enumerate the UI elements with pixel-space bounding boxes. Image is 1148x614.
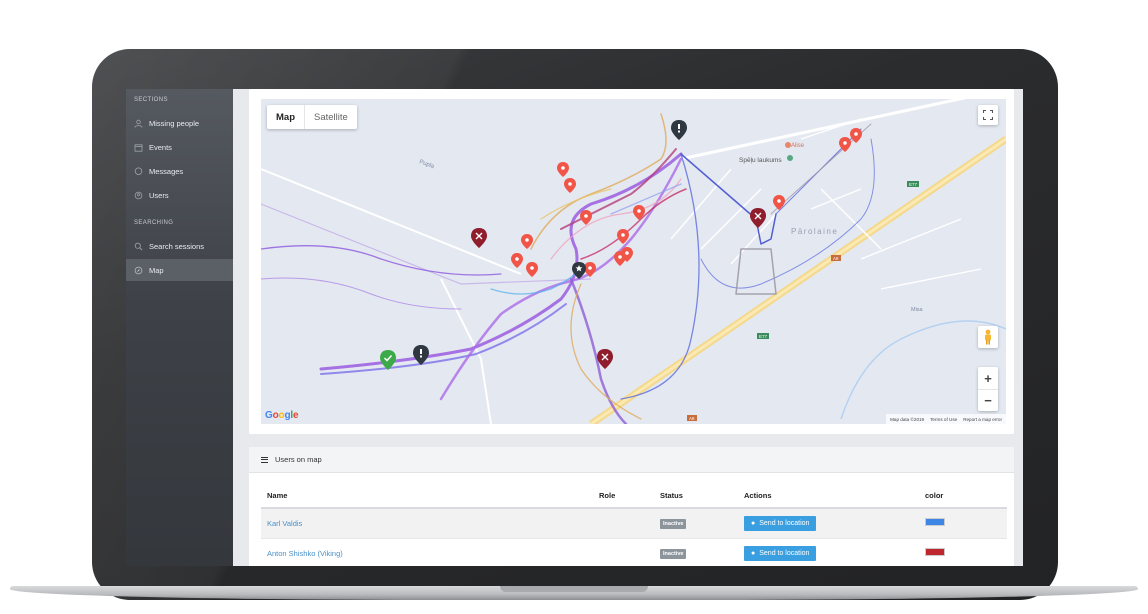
sidebar-item-label: Events <box>149 142 172 152</box>
search-icon <box>134 242 143 251</box>
laptop-base <box>0 580 1148 614</box>
fullscreen-button[interactable] <box>978 105 998 125</box>
column-header-status: Status <box>654 484 738 509</box>
svg-text:E77: E77 <box>759 334 768 339</box>
laptop-base-notch <box>500 586 648 592</box>
map-type-switch: Map Satellite <box>267 105 357 129</box>
svg-text:Misa: Misa <box>911 307 924 313</box>
column-header-actions: Actions <box>738 484 919 509</box>
google-logo: Google <box>265 410 299 421</box>
list-icon <box>261 456 268 463</box>
calendar-icon <box>134 143 143 152</box>
users-table: Name Role Status Actions color Karl Vald… <box>261 484 1007 566</box>
svg-text:Alise: Alise <box>791 143 805 149</box>
fullscreen-icon <box>983 110 993 120</box>
user-color-swatch[interactable] <box>925 518 945 527</box>
main-content: Pupla Spēļu laukums Alise Pārolaine Misa… <box>233 89 1023 566</box>
sidebar-item-label: Users <box>149 190 169 200</box>
send-to-location-label: Send to location <box>759 519 810 527</box>
terms-link[interactable]: Terms of Use <box>930 417 957 422</box>
sidebar-heading-sections: SECTIONS <box>134 97 168 103</box>
column-header-role: Role <box>593 484 654 509</box>
user-color-swatch[interactable] <box>925 548 945 556</box>
message-icon <box>134 166 143 176</box>
report-error-link[interactable]: Report a map error <box>963 417 1002 422</box>
zoom-out-button[interactable]: − <box>978 389 998 411</box>
panel-title: Users on map <box>275 455 322 464</box>
svg-text:A8: A8 <box>833 256 839 261</box>
sidebar-item-map[interactable]: Map <box>126 259 233 281</box>
sidebar-item-label: Messages <box>149 166 184 176</box>
app-screen: SECTIONS Missing people Events Messages … <box>126 89 1023 566</box>
user-name-link[interactable]: Anton Shishko (Viking) <box>267 549 343 558</box>
user-role <box>593 508 654 539</box>
user-icon <box>134 191 143 200</box>
map-type-satellite-button[interactable]: Satellite <box>304 105 357 129</box>
table-row: Anton Shishko (Viking) Inactive ● Send to… <box>261 538 1007 566</box>
map-card: Pupla Spēļu laukums Alise Pārolaine Misa… <box>249 89 1014 434</box>
table-header-row: Name Role Status Actions color <box>261 484 1007 509</box>
svg-text:E77: E77 <box>909 182 918 187</box>
zoom-controls: + − <box>978 367 998 411</box>
map-marker-icon: ● <box>751 519 756 527</box>
panel-header: Users on map <box>249 447 1014 473</box>
status-badge: Inactive <box>660 518 687 529</box>
send-to-location-button[interactable]: ● Send to location <box>744 545 817 561</box>
user-role <box>593 538 654 566</box>
column-header-name: Name <box>261 484 593 509</box>
people-icon <box>134 119 143 128</box>
sidebar-item-events[interactable]: Events <box>126 136 233 158</box>
sidebar-item-label: Missing people <box>149 118 200 128</box>
map-marker-icon: ● <box>751 549 756 557</box>
svg-text:Spēļu laukums: Spēļu laukums <box>739 157 782 164</box>
svg-text:A8: A8 <box>689 416 695 421</box>
sidebar-heading-searching: SEARCHING <box>134 220 174 226</box>
map-view[interactable]: Pupla Spēļu laukums Alise Pārolaine Misa… <box>261 99 1006 424</box>
compass-icon <box>134 266 143 275</box>
map-data-attribution: Map data ©2019 <box>890 416 925 422</box>
column-header-color: color <box>919 484 1007 509</box>
street-view-pegman[interactable] <box>978 326 998 348</box>
sidebar-item-missing-people[interactable]: Missing people <box>126 112 233 134</box>
svg-text:Pārolaine: Pārolaine <box>791 227 838 236</box>
map-canvas[interactable]: Pupla Spēļu laukums Alise Pārolaine Misa… <box>261 99 1006 424</box>
pegman-icon <box>985 329 991 345</box>
zoom-in-button[interactable]: + <box>978 367 998 389</box>
map-type-map-button[interactable]: Map <box>267 105 304 129</box>
send-to-location-label: Send to location <box>759 549 810 557</box>
sidebar-item-messages[interactable]: Messages <box>126 160 233 182</box>
sidebar-item-label: Map <box>149 265 164 275</box>
sidebar-item-label: Search sessions <box>149 241 205 251</box>
sidebar: SECTIONS Missing people Events Messages … <box>126 89 233 566</box>
sidebar-item-users[interactable]: Users <box>126 184 233 206</box>
sidebar-item-search-sessions[interactable]: Search sessions <box>126 235 233 257</box>
send-to-location-button[interactable]: ● Send to location <box>744 515 817 531</box>
map-attribution: Map data ©2019 Terms of Use Report a map… <box>886 414 1006 424</box>
status-badge: Inactive <box>660 548 687 559</box>
user-name-link[interactable]: Karl Valdis <box>267 519 302 528</box>
table-row: Karl Valdis Inactive ● Send to location <box>261 508 1007 539</box>
users-on-map-panel: Users on map Name Role Status Actions co… <box>249 447 1014 566</box>
